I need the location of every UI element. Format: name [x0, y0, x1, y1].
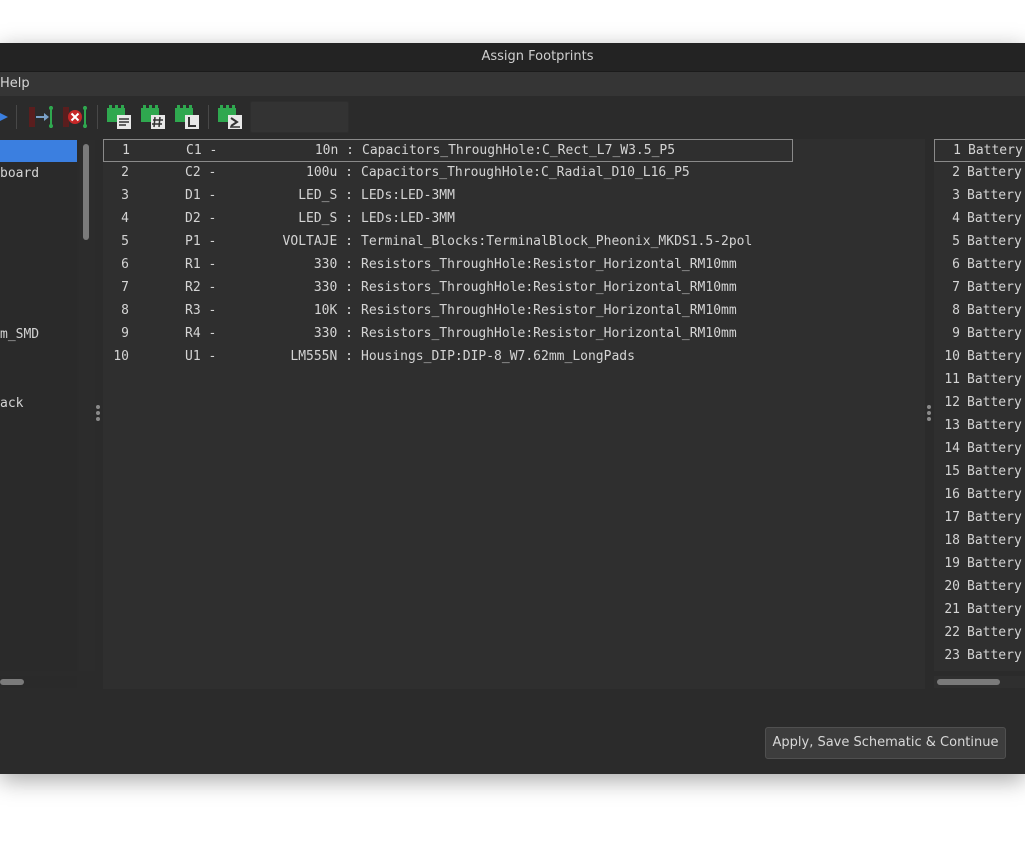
apply-save-continue-button[interactable]: Apply, Save Schematic & Continue [765, 727, 1006, 759]
table-row[interactable]: 7 R2 - 330 : Resistors_ThroughHole:Resis… [103, 277, 925, 300]
list-item[interactable]: 18 Battery [934, 530, 1025, 553]
scrollbar-thumb[interactable] [937, 679, 1000, 685]
filter-by-pin-count-icon[interactable] [139, 103, 167, 131]
list-item[interactable]: 10 Battery [934, 346, 1025, 369]
list-item[interactable]: 8 Battery [934, 300, 1025, 323]
list-item[interactable]: 1 Battery [934, 139, 1025, 162]
library-item[interactable] [0, 370, 77, 392]
menu-help[interactable]: Help [0, 72, 30, 96]
list-item[interactable]: 21 Battery [934, 599, 1025, 622]
menu-bar: Help [0, 72, 1025, 96]
list-item[interactable]: 9 Battery [934, 323, 1025, 346]
list-item[interactable]: 16 Battery [934, 484, 1025, 507]
list-item[interactable]: 19 Battery [934, 553, 1025, 576]
toolbar-separator [16, 105, 17, 129]
window-title: Assign Footprints [481, 49, 594, 64]
list-item[interactable]: 6 Battery [934, 254, 1025, 277]
library-item[interactable] [0, 232, 77, 254]
splitter-handle-right[interactable] [927, 405, 931, 423]
list-item[interactable]: 13 Battery [934, 415, 1025, 438]
table-row[interactable]: 6 R1 - 330 : Resistors_ThroughHole:Resis… [103, 254, 925, 277]
list-item[interactable]: 23 Battery [934, 645, 1025, 668]
filter-text-input[interactable] [250, 101, 349, 133]
table-row[interactable]: 9 R4 - 330 : Resistors_ThroughHole:Resis… [103, 323, 925, 346]
footprint-list: 1 Battery 2 Battery 3 Battery 4 Battery 5 Bat… [934, 139, 1025, 671]
library-item[interactable] [0, 140, 77, 162]
scrollbar-thumb[interactable] [83, 144, 89, 240]
next-arrow-icon[interactable] [0, 103, 10, 131]
library-item[interactable] [0, 347, 77, 369]
filter-by-library-icon[interactable] [173, 103, 201, 131]
list-item[interactable]: 3 Battery [934, 185, 1025, 208]
list-item[interactable]: 11 Battery [934, 369, 1025, 392]
toolbar-separator [208, 105, 209, 129]
library-item[interactable]: m_SMD [0, 324, 77, 346]
table-row[interactable]: 4 D2 - LED_S : LEDs:LED-3MM [103, 208, 925, 231]
library-item[interactable] [0, 255, 77, 277]
assign-footprints-window: Assign Footprints Help board m_SMD ack 1… [0, 43, 1025, 774]
table-row[interactable]: 10 U1 - LM555N : Housings_DIP:DIP-8_W7.6… [103, 346, 925, 369]
library-list-horizontal-scrollbar[interactable] [0, 676, 77, 688]
library-item[interactable]: board [0, 163, 77, 185]
table-row[interactable]: 3 D1 - LED_S : LEDs:LED-3MM [103, 185, 925, 208]
library-item[interactable] [0, 278, 77, 300]
title-bar: Assign Footprints [0, 43, 1025, 72]
footprint-list-horizontal-scrollbar[interactable] [934, 676, 1025, 688]
list-item[interactable]: 2 Battery [934, 162, 1025, 185]
table-row[interactable]: 2 C2 - 100u : Capacitors_ThroughHole:C_R… [103, 162, 925, 185]
delete-association-icon[interactable] [61, 103, 89, 131]
list-item[interactable]: 14 Battery [934, 438, 1025, 461]
table-row[interactable]: 8 R3 - 10K : Resistors_ThroughHole:Resis… [103, 300, 925, 323]
list-item[interactable]: 17 Battery [934, 507, 1025, 530]
library-list: board m_SMD ack [0, 140, 77, 671]
list-item[interactable]: 5 Battery [934, 231, 1025, 254]
library-item[interactable] [0, 301, 77, 323]
list-item[interactable]: 15 Battery [934, 461, 1025, 484]
scrollbar-thumb[interactable] [0, 679, 24, 685]
list-item[interactable]: 7 Battery [934, 277, 1025, 300]
table-row[interactable]: 1 C1 - 10n : Capacitors_ThroughHole:C_Re… [103, 139, 793, 162]
library-item[interactable]: ack [0, 393, 77, 415]
library-list-vertical-scrollbar[interactable] [79, 140, 95, 671]
list-item[interactable]: 12 Battery [934, 392, 1025, 415]
auto-associate-icon[interactable] [27, 103, 55, 131]
library-item[interactable] [0, 186, 77, 208]
toolbar [0, 97, 1025, 137]
table-row[interactable]: 5 P1 - VOLTAJE : Terminal_Blocks:Termina… [103, 231, 925, 254]
component-list: 1 C1 - 10n : Capacitors_ThroughHole:C_Re… [103, 139, 925, 689]
list-item[interactable]: 22 Battery [934, 622, 1025, 645]
list-item[interactable]: 4 Battery [934, 208, 1025, 231]
library-item[interactable] [0, 209, 77, 231]
filter-by-keyword-icon[interactable] [105, 103, 133, 131]
filter-by-name-icon[interactable] [216, 103, 244, 131]
toolbar-separator [97, 105, 98, 129]
splitter-handle-left[interactable] [96, 405, 100, 423]
list-item[interactable]: 20 Battery [934, 576, 1025, 599]
